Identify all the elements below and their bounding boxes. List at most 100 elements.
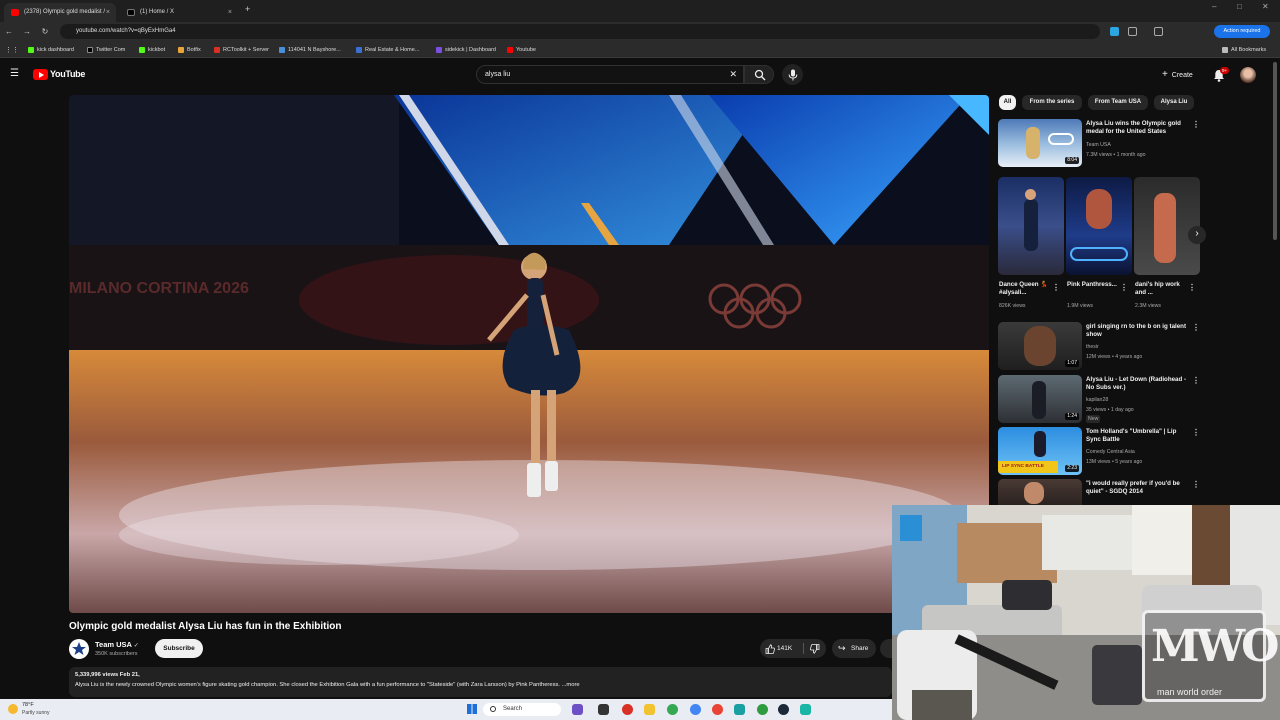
video-meta: 35 views • 1 day ago: [1086, 407, 1134, 413]
short-title[interactable]: Dance Queen 💃 #alysali...: [999, 281, 1059, 297]
page-scrollbar[interactable]: [1273, 62, 1277, 240]
short-title[interactable]: Pink Panthress...: [1067, 281, 1123, 289]
shorts-next-button[interactable]: ›: [1188, 226, 1206, 244]
video-title[interactable]: Alysa Liu - Let Down (Radiohead - No Sub…: [1086, 376, 1190, 392]
more-options-icon[interactable]: ⋮: [1188, 283, 1196, 292]
video-thumbnail[interactable]: [998, 479, 1082, 505]
chrome-icon[interactable]: [712, 704, 723, 715]
apps-icon[interactable]: ⋮⋮: [5, 46, 19, 54]
more-options-icon[interactable]: ⋮: [1120, 283, 1128, 292]
verified-icon: ✓: [133, 643, 139, 649]
like-button[interactable]: 141K: [760, 639, 800, 658]
video-title[interactable]: Alysa Liu wins the Olympic gold medal fo…: [1086, 120, 1190, 136]
tab-x[interactable]: (1) Home / X ×: [120, 3, 238, 22]
menu-icon[interactable]: ☰: [10, 68, 19, 79]
channel-avatar[interactable]: [69, 639, 89, 659]
steam-icon[interactable]: [778, 704, 789, 715]
bookmark-label: Real Estate & Home...: [365, 47, 420, 53]
task-view-icon[interactable]: [598, 704, 609, 715]
bookmark-item[interactable]: Youtube: [507, 44, 536, 56]
video-channel[interactable]: kapilan28: [1086, 396, 1108, 404]
address-bar[interactable]: youtube.com/watch?v=qByExHmGa4: [60, 24, 1100, 39]
close-tab-icon[interactable]: ×: [106, 3, 110, 22]
all-bookmarks-button[interactable]: All Bookmarks: [1222, 44, 1266, 56]
bookmark-item[interactable]: kickbot: [139, 44, 165, 56]
bookmark-item[interactable]: RCToolkit + Server: [214, 44, 269, 56]
more-options-icon[interactable]: ⋮: [1192, 428, 1200, 437]
video-title[interactable]: Tom Holland's "Umbrella" | Lip Sync Batt…: [1086, 428, 1190, 444]
new-tab-button[interactable]: +: [245, 4, 250, 14]
weather-icon[interactable]: [8, 704, 18, 714]
reload-button[interactable]: ↻: [40, 26, 50, 38]
account-avatar[interactable]: [1240, 67, 1256, 83]
app-icon[interactable]: [800, 704, 811, 715]
more-options-icon[interactable]: ⋮: [1192, 376, 1200, 385]
app-icon[interactable]: [757, 704, 768, 715]
video-duration: 8:04: [1065, 157, 1079, 164]
clear-search-icon[interactable]: ✕: [729, 66, 737, 83]
description-box[interactable]: 5,339,996 views Feb 21, Alysa Liu is the…: [69, 667, 892, 697]
forward-button[interactable]: →: [22, 26, 32, 38]
video-player[interactable]: MILANO CORTINA 2026: [69, 95, 989, 613]
chrome-icon[interactable]: [622, 704, 633, 715]
chrome-icon[interactable]: [690, 704, 701, 715]
chip-all[interactable]: All: [999, 95, 1016, 110]
create-button[interactable]: + Create: [1158, 66, 1202, 83]
bookmark-item[interactable]: kick dashboard: [28, 44, 74, 56]
widgets-icon[interactable]: [572, 704, 583, 715]
chrome-icon[interactable]: [667, 704, 678, 715]
bookmark-item[interactable]: sidekick | Dashboard: [436, 44, 496, 56]
subscribe-button[interactable]: Subscribe: [155, 639, 203, 658]
search-button[interactable]: [744, 65, 774, 84]
file-explorer-icon[interactable]: [644, 704, 655, 715]
bookmark-item[interactable]: Real Estate & Home...: [356, 44, 419, 56]
more-options-icon[interactable]: ⋮: [1192, 323, 1200, 332]
channel-name-text: Team USA: [95, 640, 132, 649]
more-options-icon[interactable]: ⋮: [1192, 480, 1200, 489]
video-thumbnail[interactable]: 1:07: [998, 322, 1082, 370]
voice-search-button[interactable]: [782, 64, 803, 85]
close-tab-icon[interactable]: ×: [228, 3, 232, 22]
taskbar-search[interactable]: Search: [483, 703, 561, 716]
more-actions-button[interactable]: [880, 639, 892, 658]
video-title[interactable]: "i would really prefer if you'd be quiet…: [1086, 480, 1190, 496]
close-window-icon[interactable]: ✕: [1262, 2, 1269, 11]
dislike-button[interactable]: [805, 639, 826, 658]
bookmark-item[interactable]: 114041 N Bayshore...: [279, 44, 341, 56]
back-button[interactable]: ←: [4, 26, 14, 38]
action-required-button[interactable]: Action required: [1214, 25, 1270, 38]
share-button[interactable]: ↪ Share: [832, 639, 876, 658]
short-thumbnail[interactable]: [1134, 177, 1200, 275]
video-channel[interactable]: Comedy Central Asia: [1086, 448, 1135, 456]
channel-name[interactable]: Team USA ✓: [95, 640, 139, 649]
short-thumbnail[interactable]: [1066, 177, 1132, 275]
short-thumbnail[interactable]: [998, 177, 1064, 275]
notifications-button[interactable]: 9+: [1212, 67, 1230, 83]
bookmark-item[interactable]: Twitter Com: [87, 44, 125, 56]
video-title[interactable]: girl singing rn to the b on ig talent sh…: [1086, 323, 1190, 339]
tab-youtube[interactable]: (2378) Olympic gold medalist / ×: [4, 3, 116, 22]
short-title[interactable]: dani's hip work and ...: [1135, 281, 1187, 297]
extension-icon[interactable]: [1110, 27, 1119, 36]
chip-from-team-usa[interactable]: From Team USA: [1088, 95, 1148, 110]
app-icon[interactable]: [734, 704, 745, 715]
search-input[interactable]: alysa liu ✕: [476, 65, 744, 84]
video-channel[interactable]: Team USA: [1086, 141, 1111, 149]
sidebar-toggle-icon[interactable]: [1154, 27, 1163, 36]
pill-divider: [803, 643, 804, 654]
more-options-icon[interactable]: ⋮: [1192, 120, 1200, 129]
video-thumbnail[interactable]: 8:04: [998, 119, 1082, 167]
chip-from-series[interactable]: From the series: [1022, 95, 1082, 110]
bookmark-item[interactable]: Botfix: [178, 44, 201, 56]
video-channel[interactable]: thesir: [1086, 343, 1099, 351]
puzzle-icon[interactable]: [1128, 27, 1137, 36]
video-thumbnail[interactable]: LIP SYNC BATTLE 2:23: [998, 427, 1082, 475]
windows-start-icon[interactable]: [467, 704, 477, 714]
minimize-icon[interactable]: –: [1212, 2, 1216, 11]
chip-alysa-liu[interactable]: Alysa Liu: [1154, 95, 1194, 110]
maximize-icon[interactable]: □: [1237, 2, 1242, 11]
video-thumbnail[interactable]: 1:24: [998, 375, 1082, 423]
description-text: Alysa Liu is the newly crowned Olympic w…: [75, 682, 580, 688]
more-options-icon[interactable]: ⋮: [1052, 283, 1060, 292]
weather-desc: Partly sunny: [22, 710, 50, 716]
